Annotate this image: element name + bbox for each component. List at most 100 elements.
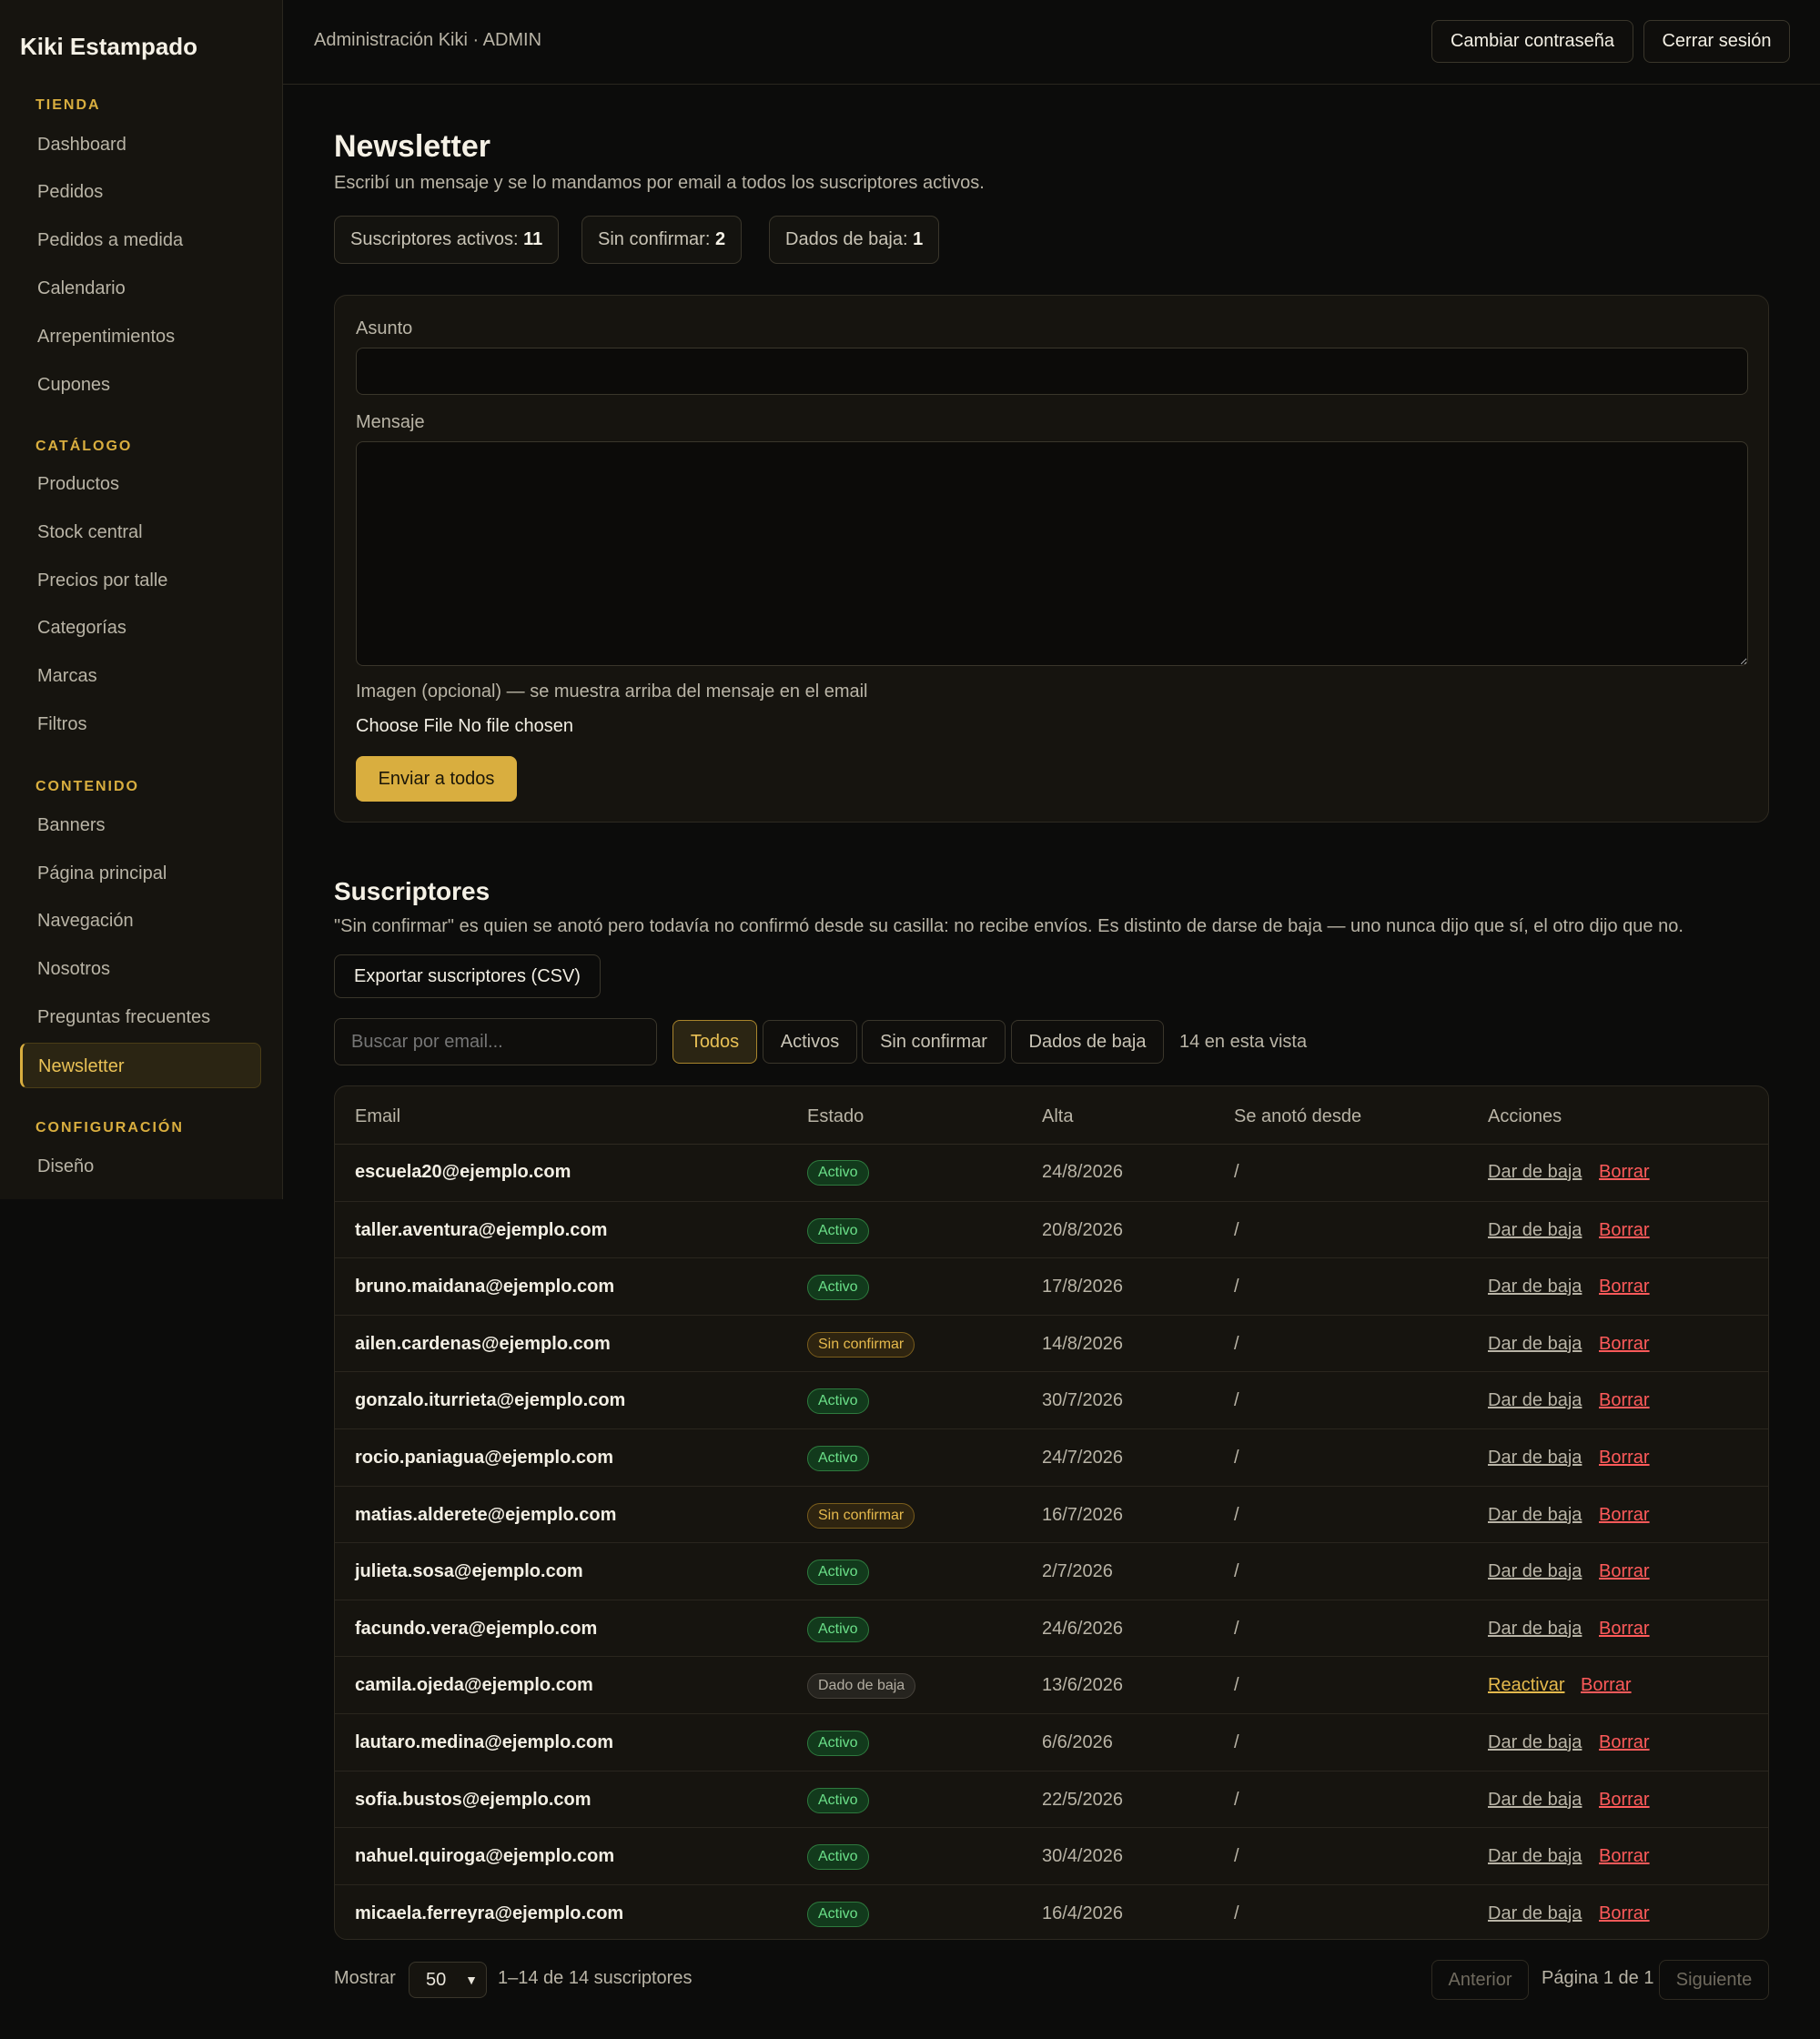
unsubscribe-link[interactable]: Dar de baja: [1488, 1772, 1582, 1828]
unsubscribe-link[interactable]: Dar de baja: [1488, 1714, 1582, 1771]
page-size-select[interactable]: 50 ▼: [409, 1962, 487, 1998]
delete-link[interactable]: Borrar: [1599, 1202, 1650, 1258]
delete-link[interactable]: Borrar: [1599, 1885, 1650, 1939]
sidebar-item-calendario[interactable]: Calendario: [20, 266, 261, 311]
logout-button[interactable]: Cerrar sesión: [1643, 20, 1790, 63]
unsubscribe-link[interactable]: Dar de baja: [1488, 1144, 1582, 1200]
filter-todos[interactable]: Todos: [672, 1020, 757, 1064]
unsubscribe-link[interactable]: Dar de baja: [1488, 1600, 1582, 1657]
sidebar-item-navegacion[interactable]: Navegación: [20, 898, 261, 944]
table-row: ailen.cardenas@ejemplo.com Sin confirmar 1…: [335, 1314, 1768, 1372]
sidebar-item-banners[interactable]: Banners: [20, 802, 261, 848]
sidebar-item-productos[interactable]: Productos: [20, 461, 261, 507]
row-email: lautaro.medina@ejemplo.com: [355, 1732, 614, 1752]
delete-link[interactable]: Borrar: [1599, 1429, 1650, 1486]
stat-value: 2: [714, 229, 726, 249]
sidebar-item-preguntas-frecuentes[interactable]: Preguntas frecuentes: [20, 994, 261, 1040]
status-badge: Activo: [807, 1844, 869, 1871]
unsubscribe-link[interactable]: Dar de baja: [1488, 1543, 1582, 1600]
sidebar-item-pedidos-a-medida[interactable]: Pedidos a medida: [20, 217, 261, 263]
row-email: gonzalo.iturrieta@ejemplo.com: [355, 1390, 626, 1411]
sidebar-item-nosotros[interactable]: Nosotros: [20, 946, 261, 992]
row-source: /: [1234, 1219, 1239, 1240]
stat-unconfirmed: Sin confirmar: 2: [581, 216, 743, 264]
search-input[interactable]: [334, 1018, 657, 1065]
row-date: 13/6/2026: [1042, 1675, 1123, 1696]
sidebar-item-categorias[interactable]: Categorías: [20, 605, 261, 651]
delete-link[interactable]: Borrar: [1599, 1828, 1650, 1884]
sidebar-item-pagina-principal[interactable]: Página principal: [20, 851, 261, 896]
delete-link[interactable]: Borrar: [1599, 1258, 1650, 1315]
unsubscribe-link[interactable]: Dar de baja: [1488, 1487, 1582, 1543]
row-date: 17/8/2026: [1042, 1277, 1123, 1297]
filter-dados-de-baja[interactable]: Dados de baja: [1011, 1020, 1164, 1064]
unsubscribe-link[interactable]: Dar de baja: [1488, 1828, 1582, 1884]
sidebar-item-arrepentimientos[interactable]: Arrepentimientos: [20, 314, 261, 359]
subscribers-note: "Sin confirmar" es quien se anotó pero t…: [334, 916, 1684, 936]
table-row: julieta.sosa@ejemplo.com Activo 2/7/2026 / D…: [335, 1542, 1768, 1600]
brand-name[interactable]: Kiki Estampado: [20, 33, 197, 61]
chevron-down-icon: ▼: [465, 1973, 478, 1987]
status-badge: Dado de baja: [807, 1673, 916, 1700]
row-date: 16/4/2026: [1042, 1903, 1123, 1923]
subscribers-table: Email Estado Alta Se anotó desde Accione…: [334, 1085, 1769, 1940]
table-row: camila.ojeda@ejemplo.com Dado de baja 13/6…: [335, 1656, 1768, 1713]
unsubscribe-link[interactable]: Dar de baja: [1488, 1316, 1582, 1372]
change-password-button[interactable]: Cambiar contraseña: [1431, 20, 1633, 63]
status-badge: Activo: [807, 1388, 869, 1415]
delete-link[interactable]: Borrar: [1599, 1543, 1650, 1600]
next-page-button[interactable]: Siguiente: [1659, 1960, 1769, 2000]
sidebar-item-diseno[interactable]: Diseño: [20, 1144, 261, 1189]
table-row: escuela20@ejemplo.com Activo 24/8/2026 / Dar…: [335, 1144, 1768, 1201]
delete-link[interactable]: Borrar: [1599, 1600, 1650, 1657]
row-email: bruno.maidana@ejemplo.com: [355, 1277, 615, 1297]
sidebar-item-cupones[interactable]: Cupones: [20, 362, 261, 408]
sidebar-item-newsletter[interactable]: Newsletter: [20, 1043, 261, 1088]
sidebar-item-filtros[interactable]: Filtros: [20, 702, 261, 747]
filter-sin-confirmar[interactable]: Sin confirmar: [862, 1020, 1006, 1064]
delete-link[interactable]: Borrar: [1599, 1144, 1650, 1200]
sidebar-item-dashboard[interactable]: Dashboard: [20, 122, 261, 167]
sidebar-item-precios-por-talle[interactable]: Precios por talle: [20, 558, 261, 603]
status-badge: Sin confirmar: [807, 1502, 915, 1529]
reactivate-link[interactable]: Reactivar: [1488, 1657, 1564, 1713]
row-date: 6/6/2026: [1042, 1732, 1113, 1752]
stat-active-subscribers: Suscriptores activos: 11: [334, 216, 560, 264]
row-date: 30/7/2026: [1042, 1390, 1123, 1411]
delete-link[interactable]: Borrar: [1599, 1487, 1650, 1543]
sidebar-item-stock-central[interactable]: Stock central: [20, 510, 261, 555]
unsubscribe-link[interactable]: Dar de baja: [1488, 1202, 1582, 1258]
table-row: sofia.bustos@ejemplo.com Activo 22/5/2026 /…: [335, 1770, 1768, 1828]
filter-activos[interactable]: Activos: [763, 1020, 857, 1064]
export-csv-button[interactable]: Exportar suscriptores (CSV): [334, 954, 601, 998]
delete-link[interactable]: Borrar: [1599, 1714, 1650, 1771]
message-textarea[interactable]: [356, 441, 1748, 666]
sidebar-item-marcas[interactable]: Marcas: [20, 653, 261, 699]
unsubscribe-link[interactable]: Dar de baja: [1488, 1372, 1582, 1428]
choose-file-button[interactable]: Choose File: [356, 716, 453, 736]
column-header-acciones: Acciones: [1488, 1106, 1562, 1126]
row-date: 16/7/2026: [1042, 1504, 1123, 1525]
row-email: sofia.bustos@ejemplo.com: [355, 1789, 592, 1810]
row-source: /: [1234, 1789, 1239, 1810]
delete-link[interactable]: Borrar: [1599, 1316, 1650, 1372]
row-source: /: [1234, 1846, 1239, 1867]
table-row: micaela.ferreyra@ejemplo.com Activo 16/4/2…: [335, 1883, 1768, 1939]
file-input[interactable]: Choose File No file chosen: [356, 716, 573, 737]
stat-value: 1: [913, 229, 924, 249]
unsubscribe-link[interactable]: Dar de baja: [1488, 1429, 1582, 1486]
row-email: camila.ojeda@ejemplo.com: [355, 1675, 593, 1696]
sidebar-item-pedidos[interactable]: Pedidos: [20, 169, 261, 215]
send-to-all-button[interactable]: Enviar a todos: [356, 756, 517, 802]
delete-link[interactable]: Borrar: [1581, 1657, 1632, 1713]
unsubscribe-link[interactable]: Dar de baja: [1488, 1885, 1582, 1939]
previous-page-button[interactable]: Anterior: [1431, 1960, 1529, 2000]
subject-input[interactable]: [356, 348, 1748, 395]
row-source: /: [1234, 1675, 1239, 1696]
status-badge: Activo: [807, 1446, 869, 1471]
delete-link[interactable]: Borrar: [1599, 1772, 1650, 1828]
delete-link[interactable]: Borrar: [1599, 1372, 1650, 1428]
unsubscribe-link[interactable]: Dar de baja: [1488, 1258, 1582, 1315]
row-source: /: [1234, 1561, 1239, 1582]
stat-label: Suscriptores activos:: [350, 229, 519, 249]
